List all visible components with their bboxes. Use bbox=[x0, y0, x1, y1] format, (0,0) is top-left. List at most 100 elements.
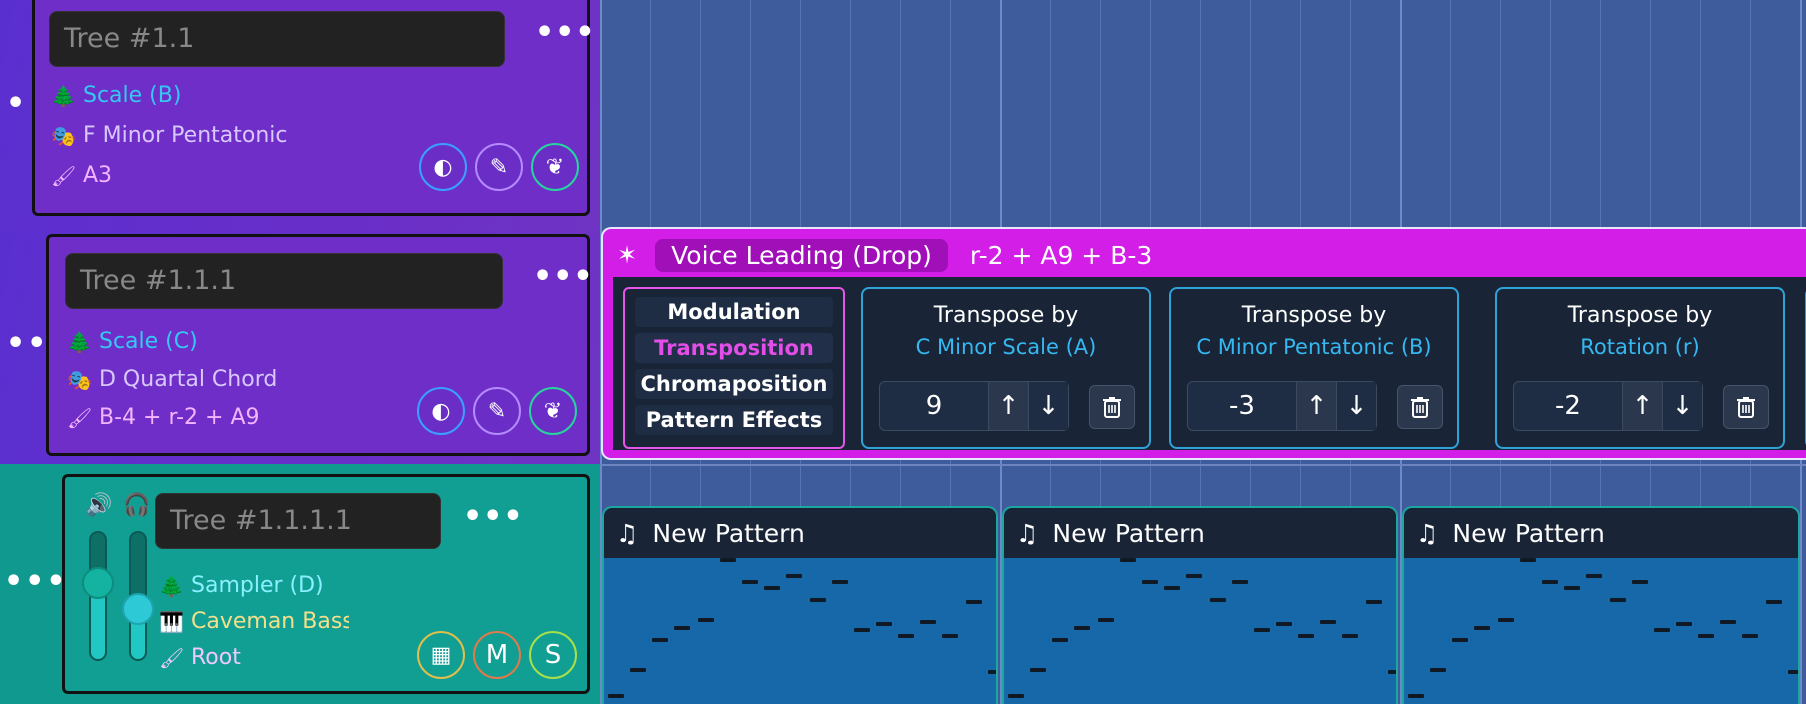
transpose-value-input[interactable]: -3 bbox=[1188, 382, 1296, 430]
decrement-button[interactable]: ↓ bbox=[1662, 382, 1702, 430]
note[interactable] bbox=[1632, 580, 1648, 584]
note[interactable] bbox=[1142, 580, 1158, 584]
increment-button[interactable]: ↑ bbox=[988, 382, 1028, 430]
note[interactable] bbox=[1008, 694, 1024, 698]
delete-button[interactable] bbox=[1397, 385, 1443, 429]
note[interactable] bbox=[1520, 558, 1536, 562]
note[interactable] bbox=[1388, 670, 1396, 674]
solo-button[interactable]: S bbox=[529, 631, 577, 679]
note[interactable] bbox=[1098, 618, 1114, 622]
note[interactable] bbox=[942, 634, 958, 638]
note[interactable] bbox=[1742, 634, 1758, 638]
note[interactable] bbox=[1654, 628, 1670, 632]
note[interactable] bbox=[810, 598, 826, 602]
pattern-block[interactable]: ♫ New Pattern bbox=[1402, 506, 1800, 704]
delete-button[interactable] bbox=[1089, 385, 1135, 429]
tab-modulation[interactable]: Modulation bbox=[635, 297, 833, 327]
track-name-input[interactable]: Tree #1.1.1.1 bbox=[155, 493, 441, 549]
note[interactable] bbox=[1766, 600, 1782, 604]
increment-button[interactable]: ↑ bbox=[1622, 382, 1662, 430]
note[interactable] bbox=[1564, 586, 1580, 590]
note[interactable] bbox=[698, 618, 714, 622]
note[interactable] bbox=[1698, 634, 1714, 638]
pan-knob[interactable] bbox=[122, 593, 154, 625]
note[interactable] bbox=[1498, 618, 1514, 622]
volume-slider[interactable] bbox=[82, 531, 114, 661]
note[interactable] bbox=[1610, 598, 1626, 602]
more-options-button[interactable]: ••• bbox=[463, 499, 524, 534]
more-options-button[interactable]: ••• bbox=[533, 259, 594, 294]
track-attr-scale[interactable]: 🌲 Scale (B) bbox=[51, 83, 181, 108]
note[interactable] bbox=[1788, 670, 1798, 674]
note[interactable] bbox=[1430, 668, 1446, 672]
note[interactable] bbox=[1120, 558, 1136, 562]
note[interactable] bbox=[1586, 574, 1602, 578]
note[interactable] bbox=[1320, 620, 1336, 624]
note[interactable] bbox=[854, 628, 870, 632]
track-attr-pose[interactable]: 🖌 B-4 + r-2 + A9 bbox=[67, 405, 260, 430]
note[interactable] bbox=[1074, 626, 1090, 630]
decrement-button[interactable]: ↓ bbox=[1028, 382, 1068, 430]
track-name-input[interactable]: Tree #1.1.1 bbox=[65, 253, 503, 309]
note[interactable] bbox=[652, 638, 668, 642]
track-attr-pattern[interactable]: 🎭 D Quartal Chord bbox=[67, 367, 277, 392]
note[interactable] bbox=[608, 694, 624, 698]
note[interactable] bbox=[1720, 620, 1736, 624]
note[interactable] bbox=[1276, 622, 1292, 626]
note[interactable] bbox=[898, 634, 914, 638]
note[interactable] bbox=[1164, 586, 1180, 590]
mask-button[interactable]: ◐ bbox=[417, 387, 465, 435]
tab-pattern-effects[interactable]: Pattern Effects bbox=[635, 405, 833, 435]
more-options-button[interactable]: ••• bbox=[535, 15, 596, 50]
note[interactable] bbox=[988, 670, 996, 674]
scroll-button[interactable]: ✎ bbox=[475, 143, 523, 191]
note[interactable] bbox=[742, 580, 758, 584]
decrement-button[interactable]: ↓ bbox=[1336, 382, 1376, 430]
track-attr-sample[interactable]: 🎹 Caveman Bass (8 bbox=[159, 609, 349, 634]
note[interactable] bbox=[1298, 634, 1314, 638]
leaf-button[interactable]: ❦ bbox=[531, 143, 579, 191]
keyboard-button[interactable]: ▦ bbox=[417, 631, 465, 679]
note[interactable] bbox=[966, 600, 982, 604]
delete-button[interactable] bbox=[1723, 385, 1769, 429]
tab-chromaposition[interactable]: Chromaposition bbox=[635, 369, 833, 399]
note[interactable] bbox=[1342, 634, 1358, 638]
transpose-target[interactable]: Rotation (r) bbox=[1497, 335, 1783, 359]
leaf-button[interactable]: ❦ bbox=[529, 387, 577, 435]
note[interactable] bbox=[1030, 668, 1046, 672]
note[interactable] bbox=[1542, 580, 1558, 584]
note[interactable] bbox=[1232, 580, 1248, 584]
scroll-button[interactable]: ✎ bbox=[473, 387, 521, 435]
transpose-target[interactable]: C Minor Scale (A) bbox=[863, 335, 1149, 359]
transpose-target[interactable]: C Minor Pentatonic (B) bbox=[1171, 335, 1457, 359]
note[interactable] bbox=[832, 580, 848, 584]
note[interactable] bbox=[786, 574, 802, 578]
note[interactable] bbox=[1366, 600, 1382, 604]
note[interactable] bbox=[920, 620, 936, 624]
note[interactable] bbox=[876, 622, 892, 626]
track-attr-instrument[interactable]: 🌲 Sampler (D) bbox=[159, 573, 324, 598]
transpose-value-input[interactable]: 9 bbox=[880, 382, 988, 430]
transpose-value-input[interactable]: -2 bbox=[1514, 382, 1622, 430]
pattern-block[interactable]: ♫ New Pattern bbox=[602, 506, 998, 704]
mask-button[interactable]: ◐ bbox=[419, 143, 467, 191]
note[interactable] bbox=[1186, 574, 1202, 578]
track-attr-pose[interactable]: 🖌 A3 bbox=[51, 163, 112, 188]
note[interactable] bbox=[674, 626, 690, 630]
note[interactable] bbox=[1210, 598, 1226, 602]
track-attr-scale[interactable]: 🌲 Scale (C) bbox=[67, 329, 198, 354]
pattern-block[interactable]: ♫ New Pattern bbox=[1002, 506, 1398, 704]
track-attr-pose[interactable]: 🖌 Root bbox=[159, 645, 241, 670]
note[interactable] bbox=[1254, 628, 1270, 632]
increment-button[interactable]: ↑ bbox=[1296, 382, 1336, 430]
note[interactable] bbox=[764, 586, 780, 590]
pan-slider[interactable] bbox=[122, 531, 154, 661]
note[interactable] bbox=[1676, 622, 1692, 626]
note[interactable] bbox=[1408, 694, 1424, 698]
note[interactable] bbox=[720, 558, 736, 562]
volume-knob[interactable] bbox=[82, 567, 114, 599]
track-name-input[interactable]: Tree #1.1 bbox=[49, 11, 505, 67]
mute-button[interactable]: M bbox=[473, 631, 521, 679]
note[interactable] bbox=[1452, 638, 1468, 642]
note[interactable] bbox=[1052, 638, 1068, 642]
